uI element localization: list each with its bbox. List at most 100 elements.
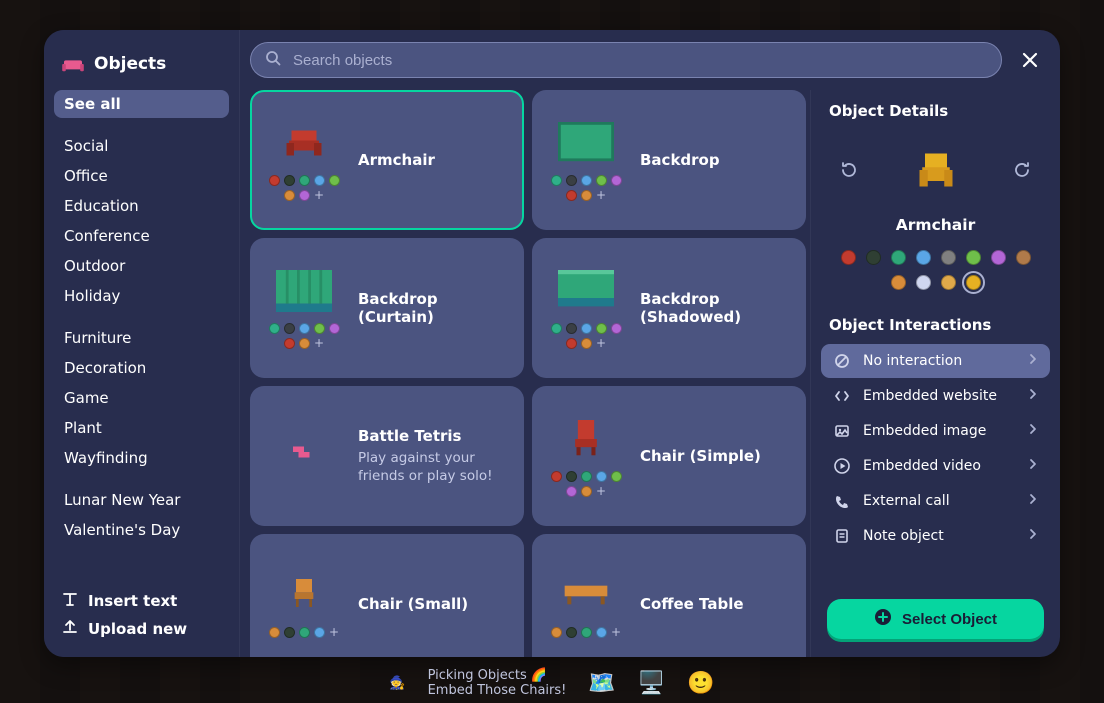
object-card-info: Armchair <box>358 151 506 169</box>
rotate-right-button[interactable] <box>1008 156 1036 184</box>
color-swatch <box>611 175 622 186</box>
object-thumbnail <box>554 267 618 315</box>
object-card[interactable]: + Backdrop (Curtain) <box>250 238 524 378</box>
category-item[interactable]: Game <box>54 384 229 412</box>
note-icon <box>833 527 851 545</box>
category-item[interactable]: Holiday <box>54 282 229 310</box>
object-thumbnail <box>554 119 618 167</box>
category-item[interactable]: Office <box>54 162 229 190</box>
more-colors-icon: + <box>329 627 340 638</box>
color-swatch <box>269 627 280 638</box>
object-card-info: Battle Tetris Play against your friends … <box>358 427 506 485</box>
swatch-row: + <box>268 175 340 201</box>
color-swatch <box>566 190 577 201</box>
interaction-option[interactable]: No interaction <box>821 344 1050 378</box>
color-option[interactable] <box>891 250 906 265</box>
search-input[interactable] <box>291 51 987 70</box>
map-icon[interactable]: 🗺️ <box>588 671 615 696</box>
color-option[interactable] <box>841 250 856 265</box>
color-swatch <box>329 323 340 334</box>
interaction-option[interactable]: Embedded image <box>821 414 1050 448</box>
swatch-row: + <box>268 323 340 349</box>
object-card[interactable]: + Backdrop (Shadowed) <box>532 238 806 378</box>
object-preview <box>906 140 966 200</box>
details-title: Object Details <box>811 90 1060 132</box>
object-grid-scroll[interactable]: + Armchair + Backdrop + Backdrop (Curtai… <box>240 90 810 657</box>
color-swatch <box>581 486 592 497</box>
play-icon <box>833 457 851 475</box>
category-item[interactable]: Decoration <box>54 354 229 382</box>
upload-new-button[interactable]: Upload new <box>62 619 221 639</box>
interaction-label: External call <box>863 493 950 509</box>
search-field[interactable] <box>250 42 1002 78</box>
emoji-icon[interactable]: 🙂 <box>687 671 714 696</box>
category-item[interactable]: Social <box>54 132 229 160</box>
color-swatch <box>551 175 562 186</box>
interaction-option[interactable]: Note object <box>821 519 1050 553</box>
color-option[interactable] <box>941 275 956 290</box>
upload-new-label: Upload new <box>88 620 187 638</box>
category-list: See all Social Office Education Conferen… <box>44 90 239 544</box>
color-option[interactable] <box>916 275 931 290</box>
object-card-info: Chair (Small) <box>358 595 506 613</box>
category-item[interactable]: Plant <box>54 414 229 442</box>
ban-icon <box>833 352 851 370</box>
category-item[interactable]: Wayfinding <box>54 444 229 472</box>
top-row <box>240 42 1060 78</box>
color-swatch <box>566 471 577 482</box>
color-swatch <box>284 323 295 334</box>
object-card-title: Chair (Small) <box>358 595 506 613</box>
object-card-info: Backdrop <box>640 151 788 169</box>
select-object-button[interactable]: Select Object <box>827 599 1044 639</box>
screen-icon[interactable]: 🖥️ <box>638 671 665 696</box>
more-colors-icon: + <box>596 486 607 497</box>
color-option[interactable] <box>1016 250 1031 265</box>
color-option[interactable] <box>916 250 931 265</box>
chevron-right-icon <box>1028 388 1038 404</box>
category-see-all[interactable]: See all <box>54 90 229 118</box>
color-swatch <box>299 175 310 186</box>
close-button[interactable] <box>1014 44 1046 76</box>
swatch-row: + <box>550 471 622 497</box>
color-swatch <box>284 338 295 349</box>
color-option[interactable] <box>966 250 981 265</box>
category-item[interactable]: Education <box>54 192 229 220</box>
chevron-right-icon <box>1028 353 1038 369</box>
more-colors-icon: + <box>314 190 325 201</box>
interaction-option[interactable]: Embedded video <box>821 449 1050 483</box>
category-item[interactable]: Conference <box>54 222 229 250</box>
swatch-row: + <box>550 323 622 349</box>
object-card[interactable]: + Backdrop <box>532 90 806 230</box>
object-card-info: Coffee Table <box>640 595 788 613</box>
color-swatch <box>269 323 280 334</box>
interaction-option[interactable]: Embedded website <box>821 379 1050 413</box>
category-item[interactable]: Lunar New Year <box>54 486 229 514</box>
objects-modal: Objects See all Social Office Education … <box>44 30 1060 657</box>
insert-text-button[interactable]: Insert text <box>62 591 221 611</box>
object-card-preview: + <box>268 571 340 638</box>
category-item[interactable]: Outdoor <box>54 252 229 280</box>
interactions-list: No interaction Embedded website Embedded… <box>811 344 1060 553</box>
more-colors-icon: + <box>596 190 607 201</box>
interaction-option[interactable]: External call <box>821 484 1050 518</box>
color-option[interactable] <box>891 275 906 290</box>
color-swatch <box>566 175 577 186</box>
object-card-preview: + <box>550 415 622 497</box>
object-thumbnail <box>272 267 336 315</box>
color-option[interactable] <box>991 250 1006 265</box>
color-option[interactable] <box>866 250 881 265</box>
rotate-left-button[interactable] <box>835 156 863 184</box>
color-option[interactable] <box>966 275 981 290</box>
category-item[interactable]: Valentine's Day <box>54 516 229 544</box>
color-swatch <box>329 175 340 186</box>
object-card[interactable]: Battle Tetris Play against your friends … <box>250 386 524 526</box>
object-card[interactable]: + Coffee Table <box>532 534 806 657</box>
color-option[interactable] <box>941 250 956 265</box>
object-card-title: Backdrop (Shadowed) <box>640 290 788 326</box>
object-card[interactable]: + Chair (Simple) <box>532 386 806 526</box>
object-card[interactable]: + Armchair <box>250 90 524 230</box>
category-item[interactable]: Furniture <box>54 324 229 352</box>
color-swatch <box>299 627 310 638</box>
phone-icon <box>833 492 851 510</box>
object-card[interactable]: + Chair (Small) <box>250 534 524 657</box>
